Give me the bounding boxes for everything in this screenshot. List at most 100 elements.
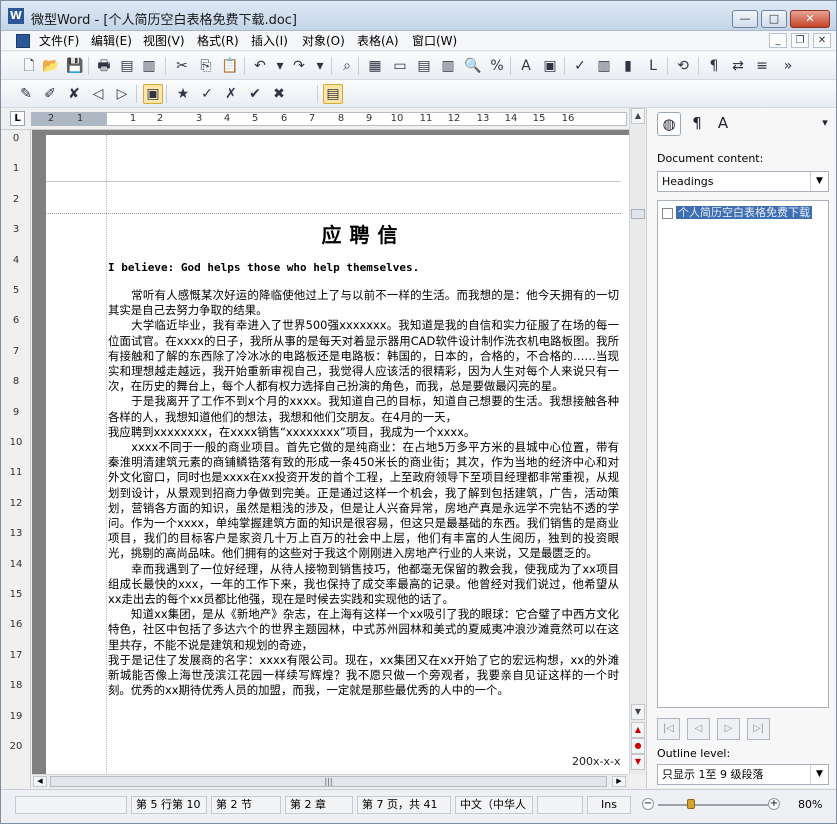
edit-note-icon[interactable]: ✐ <box>40 84 60 104</box>
document-motto[interactable]: I believe: God helps those who help them… <box>108 261 419 274</box>
status-language[interactable]: 中文（中华人 <box>455 796 533 814</box>
outline-item[interactable]: 个人简历空白表格免费下载 <box>662 204 812 220</box>
font-color-icon[interactable]: A <box>516 56 536 76</box>
page-number-icon[interactable]: ▦ <box>365 56 385 76</box>
percent-icon[interactable]: % <box>487 56 507 76</box>
cut-icon[interactable]: ✂ <box>172 56 192 76</box>
title-bar[interactable]: W 微型Word - [个人简历空白表格免费下载.doc] — □ ✕ <box>1 1 836 31</box>
insert-table-icon[interactable]: ▤ <box>414 56 434 76</box>
paragraph-mark-icon[interactable]: ¶ <box>704 56 724 76</box>
horizontal-scrollbar[interactable]: ◀ ||| ▶ <box>32 774 629 788</box>
menu-format[interactable]: 格式(R) <box>195 33 241 49</box>
insert-mode-indicator[interactable]: Ins <box>587 796 631 814</box>
spell-check-icon[interactable]: ✓ <box>570 56 590 76</box>
horizontal-scroll-thumb[interactable]: ||| <box>50 776 607 787</box>
last-heading-button[interactable]: ▷| <box>747 718 770 740</box>
bookmark-icon[interactable]: L <box>643 56 663 76</box>
undo-icon[interactable]: ↶ <box>250 56 270 76</box>
paragraph[interactable]: 大学临近毕业，我有幸进入了世界500强xxxxxxx。我知道是我的自信和实力征服… <box>108 318 619 394</box>
reject-change-icon[interactable]: ✗ <box>221 84 241 104</box>
paragraph[interactable]: 常听有人感慨某次好运的降临使他过上了与以前不一样的生活。而我想的是：他今天拥有的… <box>108 288 619 318</box>
paste-icon[interactable]: 📋 <box>220 56 240 76</box>
show-notes-icon[interactable]: ▣ <box>143 84 163 104</box>
print-preview-icon[interactable]: ▥ <box>139 56 159 76</box>
scroll-right-arrow-icon[interactable]: ▶ <box>612 776 626 787</box>
document-page[interactable]: 应聘信 I believe: God helps those who help … <box>46 135 629 774</box>
menu-insert[interactable]: 插入(I) <box>249 33 290 49</box>
document-body[interactable]: 常听有人感慨某次好运的降临使他过上了与以前不一样的生活。而我想的是：他今天拥有的… <box>108 288 619 698</box>
menu-file[interactable]: 文件(F) <box>37 33 81 49</box>
browse-object-icon[interactable]: ● <box>631 738 645 754</box>
next-note-icon[interactable]: ▷ <box>112 84 132 104</box>
redo-dropdown-icon[interactable]: ▾ <box>310 56 330 76</box>
zoom-slider-track[interactable] <box>658 804 768 806</box>
document-icon[interactable] <box>16 34 30 48</box>
chart-icon[interactable]: ▥ <box>594 56 614 76</box>
content-select[interactable]: Headings ▼ <box>657 171 829 192</box>
next-heading-button[interactable]: ▷ <box>717 718 740 740</box>
next-page-icon[interactable]: ▼ <box>631 754 645 770</box>
paragraph[interactable]: 我于是记住了发展商的名字：xxxx有限公司。现在，xx集团又在xx开始了它的宏远… <box>108 653 619 699</box>
zoom-icon[interactable]: 🔍 <box>463 56 483 76</box>
document-area[interactable]: 应聘信 I believe: God helps those who help … <box>32 130 629 774</box>
insert-symbol-icon[interactable]: ▣ <box>540 56 560 76</box>
zoom-out-icon[interactable]: − <box>642 798 654 810</box>
maximize-button[interactable]: □ <box>761 10 787 28</box>
track-changes-icon[interactable]: ★ <box>173 84 193 104</box>
shape-icon[interactable]: ▮ <box>618 56 638 76</box>
more-icon[interactable]: » <box>778 56 798 76</box>
find-icon[interactable]: ⌕ <box>337 56 357 76</box>
redo-icon[interactable]: ↷ <box>289 56 309 76</box>
outline-level-select[interactable]: 只显示 1至 9 级段落 ▼ <box>657 764 829 785</box>
menu-table[interactable]: 表格(A) <box>355 33 401 49</box>
review-pane-icon[interactable]: ▤ <box>323 84 343 104</box>
reject-all-icon[interactable]: ✖ <box>269 84 289 104</box>
paragraph[interactable]: xxxx不同于一般的商业项目。首先它做的是纯商业：在占地5万多平方米的县城中心位… <box>108 440 619 562</box>
document-date[interactable]: 200x-x-x <box>572 755 620 768</box>
open-folder-icon[interactable]: 📂 <box>41 56 61 76</box>
insert-columns-icon[interactable]: ▥ <box>438 56 458 76</box>
navigator-tab-icon[interactable]: ◍ <box>657 112 681 136</box>
document-title[interactable]: 应聘信 <box>106 219 621 248</box>
vertical-scroll-thumb[interactable] <box>631 209 645 219</box>
zoom-level[interactable]: 80% <box>798 798 822 811</box>
outline-tree[interactable]: 个人简历空白表格免费下载 <box>657 200 829 708</box>
panel-menu-icon[interactable]: ▾ <box>813 112 837 136</box>
accept-all-icon[interactable]: ✔ <box>245 84 265 104</box>
chevron-down-icon[interactable]: ▼ <box>810 172 828 191</box>
paragraph[interactable]: 幸而我遇到了一位好经理，从待人接物到销售技巧，他都毫无保留的教会我，使我成为了x… <box>108 562 619 608</box>
styles-tab-icon[interactable]: ¶ <box>685 112 709 136</box>
paragraph[interactable]: 知道xx集团，是从《新地产》杂志，在上海有这样一个xx吸引了我的眼球：它合璧了中… <box>108 607 619 653</box>
zoom-in-icon[interactable]: + <box>768 798 780 810</box>
vertical-scrollbar[interactable]: ▲ ▼ ▲ ● ▼ <box>629 108 645 774</box>
paragraph[interactable]: 我应聘到xxxxxxxx，在xxxx销售“xxxxxxxx”项目，我成为一个xx… <box>108 425 619 440</box>
first-heading-button[interactable]: |◁ <box>657 718 680 740</box>
replace-icon[interactable]: ⇄ <box>728 56 748 76</box>
undo-dropdown-icon[interactable]: ▾ <box>270 56 290 76</box>
prev-heading-button[interactable]: ◁ <box>687 718 710 740</box>
doc-close-button[interactable]: ✕ <box>813 33 831 48</box>
doc-minimize-button[interactable]: _ <box>769 33 787 48</box>
highlight-icon[interactable]: ✎ <box>16 84 36 104</box>
scroll-up-arrow-icon[interactable]: ▲ <box>631 108 645 124</box>
sync-icon[interactable]: ⟲ <box>673 56 693 76</box>
formatting-tab-icon[interactable]: A <box>711 112 735 136</box>
doc-restore-button[interactable]: ❐ <box>791 33 809 48</box>
accept-change-icon[interactable]: ✓ <box>197 84 217 104</box>
pdf-export-icon[interactable]: ▤ <box>117 56 137 76</box>
vertical-ruler[interactable]: 0 1 2 3 4 5 6 7 8 9 10 11 12 13 14 15 16 17 18 19 20 <box>1 130 31 788</box>
stack-icon[interactable]: ≡ <box>752 56 772 76</box>
menu-edit[interactable]: 编辑(E) <box>89 33 134 49</box>
copy-icon[interactable]: ⎘ <box>196 56 216 76</box>
minimize-button[interactable]: — <box>732 10 758 28</box>
save-icon[interactable]: 💾 <box>65 56 85 76</box>
print-icon[interactable]: 🖶 <box>94 56 114 76</box>
zoom-slider-handle[interactable] <box>687 799 695 809</box>
tab-stop-selector[interactable]: L <box>10 111 25 126</box>
menu-view[interactable]: 视图(V) <box>141 33 187 49</box>
insert-frame-icon[interactable]: ▭ <box>390 56 410 76</box>
prev-note-icon[interactable]: ◁ <box>88 84 108 104</box>
prev-page-icon[interactable]: ▲ <box>631 722 645 738</box>
horizontal-ruler[interactable]: L 2 1 1 2 3 4 5 6 7 8 9 10 11 12 13 14 15 16 <box>1 108 645 130</box>
scroll-down-arrow-icon[interactable]: ▼ <box>631 704 645 720</box>
